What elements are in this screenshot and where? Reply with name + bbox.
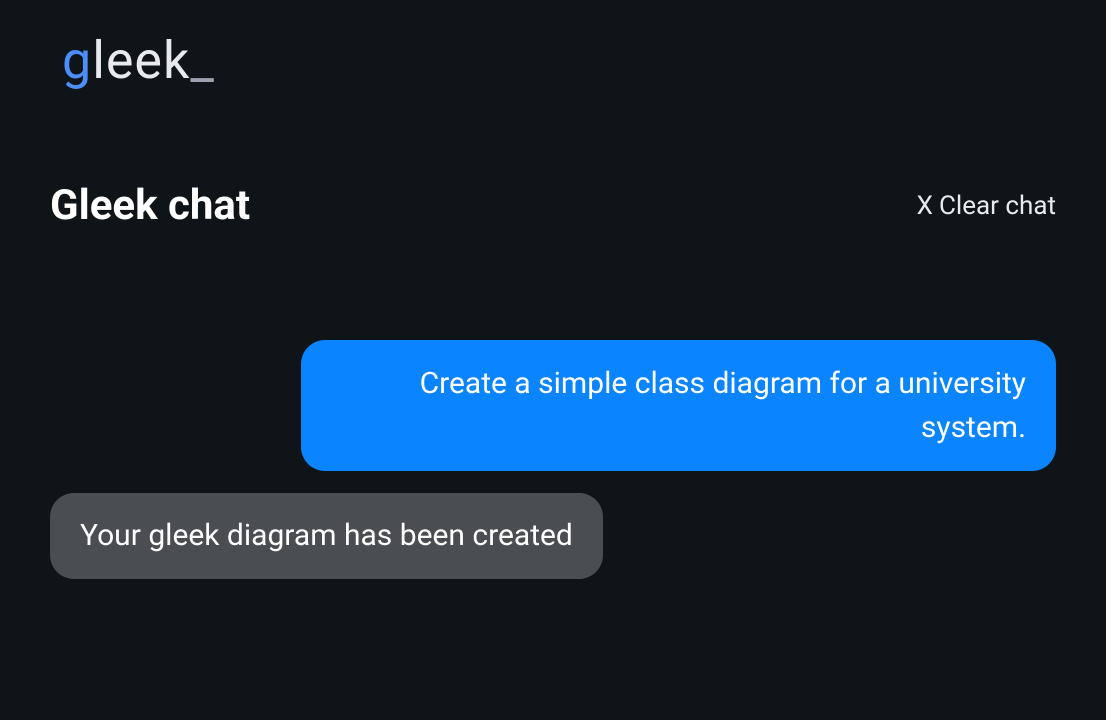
chat-title: Gleek chat bbox=[50, 181, 250, 230]
clear-chat-label: Clear chat bbox=[939, 191, 1056, 221]
assistant-message: Your gleek diagram has been created bbox=[50, 493, 603, 579]
app-logo: gleek_ bbox=[50, 30, 1056, 91]
user-message: Create a simple class diagram for a univ… bbox=[301, 340, 1056, 471]
clear-chat-button[interactable]: XClear chat bbox=[917, 191, 1056, 221]
logo-underscore: _ bbox=[190, 30, 214, 91]
logo-text: leek bbox=[92, 30, 190, 91]
logo-g-letter: g bbox=[62, 30, 92, 91]
chat-header: Gleek chat XClear chat bbox=[50, 181, 1056, 230]
close-icon: X bbox=[917, 191, 933, 221]
messages-container: Create a simple class diagram for a univ… bbox=[50, 340, 1056, 579]
